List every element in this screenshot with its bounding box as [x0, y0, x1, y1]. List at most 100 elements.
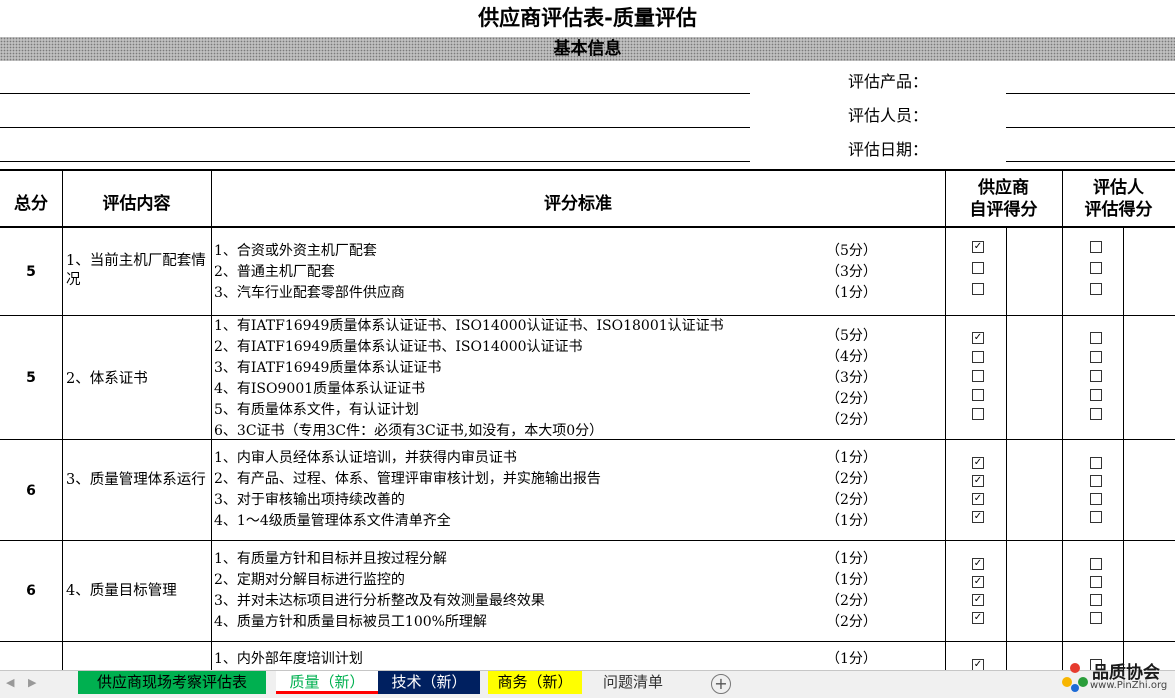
row-content: 2、体系证书: [66, 371, 148, 387]
header-criteria: 评分标准: [544, 194, 612, 214]
criteria-item: 4、有ISO9001质量体系认证证书: [214, 381, 426, 397]
supplier-checkbox[interactable]: [972, 283, 984, 295]
assessor-checkbox[interactable]: [1090, 493, 1102, 505]
pinzhi-logo: 品质协会 www.PinZhi.org: [1058, 656, 1175, 697]
criteria-points: （2分）: [826, 471, 877, 487]
criteria-points: （1分）: [826, 551, 877, 567]
header-total: 总分: [14, 194, 48, 214]
grid-line: [1006, 228, 1007, 672]
supplier-checkbox[interactable]: ✓: [972, 558, 984, 570]
grid-line: [211, 171, 212, 672]
assessor-checkbox[interactable]: [1090, 389, 1102, 401]
supplier-checkbox[interactable]: [972, 351, 984, 363]
supplier-checkbox[interactable]: ✓: [972, 475, 984, 487]
sheet-title: 供应商评估表-质量评估: [478, 6, 697, 30]
header-content: 评估内容: [102, 194, 171, 214]
eval-person-field[interactable]: [1006, 127, 1175, 128]
criteria-item: 3、对于审核输出项持续改善的: [214, 492, 405, 508]
criteria-item: 3、并对未达标项目进行分析整改及有效测量最终效果: [214, 593, 545, 609]
supplier-checkbox[interactable]: ✓: [972, 241, 984, 253]
criteria-item: 1、有IATF16949质量体系认证证书、ISO14000认证证书、ISO180…: [214, 318, 724, 334]
info-line: [0, 161, 750, 162]
criteria-item: 3、汽车行业配套零部件供应商: [214, 285, 405, 301]
logo-mark-icon: [1062, 663, 1088, 692]
supplier-checkbox[interactable]: [972, 370, 984, 382]
supplier-checkbox[interactable]: ✓: [972, 612, 984, 624]
sheet-tab-quality[interactable]: 质量（新）: [276, 671, 378, 694]
supplier-checkbox[interactable]: [972, 389, 984, 401]
supplier-checkbox[interactable]: [972, 262, 984, 274]
row-line: [0, 641, 1175, 642]
plus-icon[interactable]: +: [711, 674, 731, 694]
criteria-points: （1分）: [826, 651, 877, 667]
criteria-points: （1分）: [826, 513, 877, 529]
criteria-points: （1分）: [826, 450, 877, 466]
supplier-checkbox[interactable]: ✓: [972, 332, 984, 344]
criteria-item: 2、定期对分解目标进行监控的: [214, 572, 405, 588]
assessor-checkbox[interactable]: [1090, 475, 1102, 487]
assessor-checkbox[interactable]: [1090, 370, 1102, 382]
header-supplier-score: 供应商 自评得分: [945, 177, 1062, 221]
criteria-item: 2、有IATF16949质量体系认证证书、ISO14000认证证书: [214, 339, 583, 355]
criteria-item: 6、3C证书（专用3C件：必须有3C证书,如没有，本大项0分）: [214, 423, 604, 439]
header-bottom-line: [0, 226, 1175, 228]
supplier-checkbox[interactable]: [972, 408, 984, 420]
supplier-checkbox[interactable]: ✓: [972, 457, 984, 469]
row-score: 6: [26, 583, 36, 599]
supplier-checkbox[interactable]: ✓: [972, 594, 984, 606]
criteria-item: 1、内外部年度培训计划: [214, 651, 363, 667]
criteria-points: （1分）: [826, 285, 877, 301]
row-content: 3、质量管理体系运行: [66, 472, 206, 488]
header-supplier-line1: 供应商: [978, 178, 1029, 198]
criteria-item: 2、普通主机厂配套: [214, 264, 335, 280]
sheet-tab-business[interactable]: 商务（新）: [488, 671, 582, 694]
assessor-checkbox[interactable]: [1090, 511, 1102, 523]
assessor-checkbox[interactable]: [1090, 283, 1102, 295]
scroll-left-icon[interactable]: ◀: [6, 676, 14, 689]
assessor-checkbox[interactable]: [1090, 408, 1102, 420]
row-score: 5: [26, 264, 36, 280]
criteria-item: 2、有产品、过程、体系、管理评审审核计划，并实施输出报告: [214, 471, 601, 487]
criteria-points: （3分）: [826, 370, 877, 386]
assessor-checkbox[interactable]: [1090, 351, 1102, 363]
scroll-right-icon[interactable]: ▶: [28, 676, 36, 689]
header-assessor-line2: 评估得分: [1084, 200, 1153, 220]
criteria-item: 1、内审人员经体系认证培训，并获得内审员证书: [214, 450, 517, 466]
row-content: 1、当前主机厂配套情况: [66, 253, 206, 288]
assessor-checkbox[interactable]: [1090, 576, 1102, 588]
supplier-checkbox[interactable]: ✓: [972, 511, 984, 523]
sheet-tab-technical[interactable]: 技术（新）: [378, 671, 480, 694]
header-assessor-score: 评估人 评估得分: [1062, 177, 1175, 221]
assessor-checkbox[interactable]: [1090, 558, 1102, 570]
criteria-item: 4、1～4级质量管理体系文件清单齐全: [214, 513, 451, 529]
assessor-checkbox[interactable]: [1090, 332, 1102, 344]
assessor-checkbox[interactable]: [1090, 241, 1102, 253]
criteria-points: （2分）: [826, 614, 877, 630]
label-eval-person: 评估人员：: [848, 106, 929, 125]
assessor-checkbox[interactable]: [1090, 457, 1102, 469]
criteria-points: （5分）: [826, 328, 877, 344]
criteria-points: （4分）: [826, 349, 877, 365]
row-score: 5: [26, 370, 36, 386]
sheet-tab-site-survey[interactable]: 供应商现场考察评估表: [78, 671, 266, 694]
criteria-points: （1分）: [826, 572, 877, 588]
evaluation-table: 总分 评估内容 评分标准 供应商 自评得分 评估人 评估得分 5 1、当前主机厂…: [0, 169, 1175, 672]
criteria-item: 3、有IATF16949质量体系认证证书: [214, 360, 442, 376]
sheet-tab-issues[interactable]: 问题清单: [590, 671, 676, 694]
logo-url: www.PinZhi.org: [1090, 680, 1168, 691]
assessor-checkbox[interactable]: [1090, 262, 1102, 274]
criteria-points: （2分）: [826, 391, 877, 407]
eval-product-field[interactable]: [1006, 93, 1175, 94]
grid-line: [1123, 228, 1124, 672]
label-eval-date: 评估日期：: [848, 140, 929, 159]
supplier-checkbox[interactable]: ✓: [972, 576, 984, 588]
assessor-checkbox[interactable]: [1090, 612, 1102, 624]
supplier-checkbox[interactable]: ✓: [972, 493, 984, 505]
eval-date-field[interactable]: [1006, 161, 1175, 162]
row-content: 4、质量目标管理: [66, 583, 177, 599]
criteria-item: 1、合资或外资主机厂配套: [214, 243, 377, 259]
criteria-points: （3分）: [826, 264, 877, 280]
grid-line: [62, 171, 63, 672]
assessor-checkbox[interactable]: [1090, 594, 1102, 606]
section-basic-info: 基本信息: [0, 37, 1175, 61]
